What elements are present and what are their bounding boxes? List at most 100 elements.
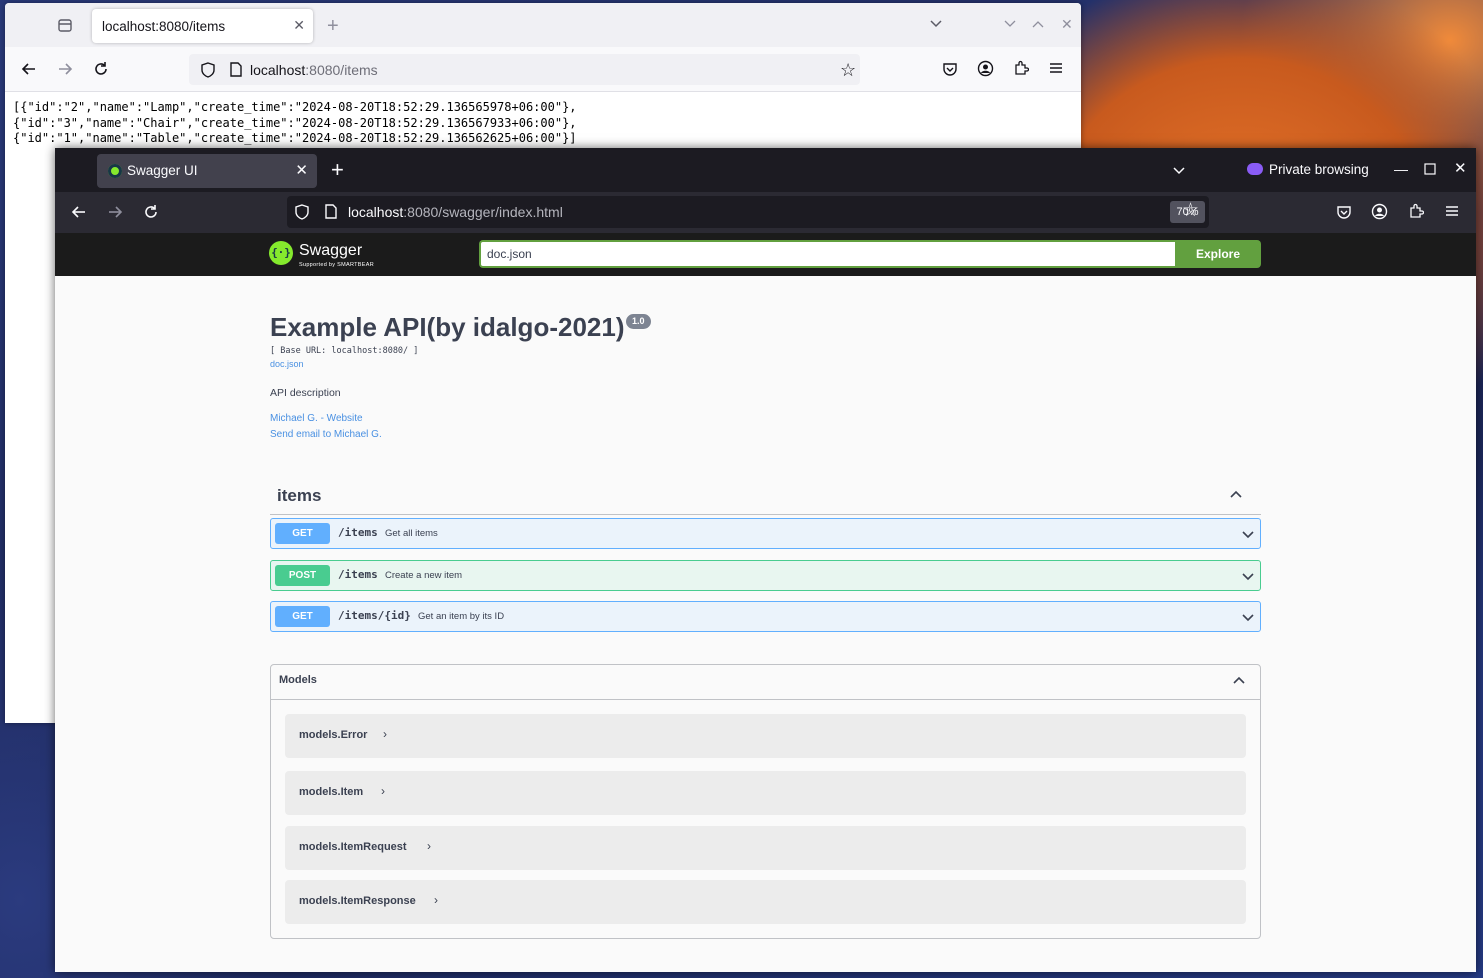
tab-items[interactable]: localhost:8080/items ✕ bbox=[92, 9, 313, 43]
model-error[interactable]: models.Error › bbox=[285, 714, 1246, 758]
json-response: [{"id":"2","name":"Lamp","create_time":"… bbox=[13, 100, 577, 147]
menu-icon[interactable] bbox=[1049, 61, 1063, 78]
close-tab-icon[interactable]: ✕ bbox=[293, 17, 305, 34]
shield-icon[interactable] bbox=[201, 62, 215, 81]
operation-path: /items/{id} bbox=[338, 609, 411, 622]
forward-icon[interactable] bbox=[107, 204, 123, 224]
bookmark-star-icon[interactable]: ☆ bbox=[1182, 201, 1199, 220]
close-window-icon[interactable]: ✕ bbox=[1454, 161, 1467, 176]
method-badge: GET bbox=[275, 606, 330, 627]
spec-url-input[interactable] bbox=[479, 240, 1175, 268]
page-icon[interactable] bbox=[230, 62, 242, 80]
url-host: localhost bbox=[348, 204, 404, 220]
nav-bar: localhost:8080/items ☆ bbox=[5, 47, 1081, 92]
chevron-down-icon[interactable] bbox=[1242, 570, 1254, 582]
json-line: {"id":"3","name":"Chair","create_time":"… bbox=[13, 115, 577, 130]
models-title[interactable]: Models bbox=[279, 674, 317, 686]
new-tab-icon[interactable]: + bbox=[327, 16, 339, 36]
operation-summary: Get an item by its ID bbox=[418, 611, 505, 622]
private-browsing-label: Private browsing bbox=[1269, 162, 1369, 177]
tab-swagger-ui[interactable]: Swagger UI ✕ bbox=[97, 154, 317, 188]
account-icon[interactable] bbox=[977, 60, 994, 80]
model-name: models.Error bbox=[299, 729, 368, 741]
model-item-response[interactable]: models.ItemResponse › bbox=[285, 880, 1246, 924]
operation-path: /items bbox=[338, 568, 378, 581]
maximize-icon[interactable] bbox=[1031, 17, 1045, 32]
model-item[interactable]: models.Item › bbox=[285, 771, 1246, 815]
operation-get-items[interactable]: GET /items Get all items bbox=[270, 518, 1261, 549]
forward-icon[interactable] bbox=[57, 61, 73, 80]
api-title: Example API(by idalgo-2021) bbox=[270, 312, 625, 342]
address-bar[interactable]: localhost:8080/items ☆ bbox=[189, 54, 860, 85]
spec-link[interactable]: doc.json bbox=[270, 359, 304, 369]
url-path: :8080/items bbox=[305, 62, 378, 78]
explore-button[interactable]: Explore bbox=[1175, 240, 1261, 268]
page-icon[interactable] bbox=[325, 204, 337, 223]
swagger-topbar: {·} Swagger Supported by SMARTBEAR Explo… bbox=[55, 233, 1476, 276]
method-badge: GET bbox=[275, 523, 330, 544]
shield-icon[interactable] bbox=[295, 204, 309, 224]
swagger-logo-subtitle: Supported by SMARTBEAR bbox=[299, 262, 374, 268]
chevron-right-icon[interactable]: › bbox=[434, 893, 438, 907]
models-section: Models models.Error › models.Item › mode… bbox=[270, 664, 1261, 939]
contact-website-link[interactable]: Michael G. - Website bbox=[270, 413, 363, 424]
minimize-icon[interactable]: — bbox=[1394, 162, 1408, 176]
tab-bar: localhost:8080/items ✕ + ✕ bbox=[5, 3, 1081, 47]
url-host: localhost bbox=[250, 62, 306, 78]
minimize-icon[interactable] bbox=[1003, 17, 1017, 32]
chevron-up-icon[interactable] bbox=[1230, 489, 1242, 501]
version-badge: 1.0 bbox=[626, 314, 651, 329]
bookmark-star-icon[interactable]: ☆ bbox=[840, 61, 856, 79]
chevron-right-icon[interactable]: › bbox=[381, 784, 385, 798]
menu-icon[interactable] bbox=[1445, 204, 1459, 222]
front-browser-window: Swagger UI ✕ + Private browsing — ✕ loca… bbox=[55, 148, 1476, 972]
reload-icon[interactable] bbox=[143, 204, 159, 224]
operation-get-item-by-id[interactable]: GET /items/{id} Get an item by its ID bbox=[270, 601, 1261, 632]
pocket-icon[interactable] bbox=[1336, 204, 1352, 224]
url-text: localhost:8080/items bbox=[250, 62, 378, 78]
operation-path: /items bbox=[338, 526, 378, 539]
contact-email-link[interactable]: Send email to Michael G. bbox=[270, 429, 382, 440]
pocket-icon[interactable] bbox=[942, 61, 958, 80]
operation-post-items[interactable]: POST /items Create a new item bbox=[270, 560, 1261, 591]
chevron-up-icon[interactable] bbox=[1233, 675, 1245, 687]
url-text: localhost:8080/swagger/index.html bbox=[348, 204, 563, 220]
model-name: models.Item bbox=[299, 786, 364, 798]
swagger-logo-text: Swagger bbox=[299, 242, 363, 259]
tab-title: localhost:8080/items bbox=[102, 19, 226, 34]
back-icon[interactable] bbox=[21, 61, 37, 80]
model-name: models.ItemRequest bbox=[299, 841, 407, 853]
model-item-request[interactable]: models.ItemRequest › bbox=[285, 826, 1246, 870]
json-line: [{"id":"2","name":"Lamp","create_time":"… bbox=[13, 100, 577, 114]
operation-summary: Create a new item bbox=[385, 570, 463, 581]
url-path: :8080/swagger/index.html bbox=[403, 204, 563, 220]
chevron-right-icon[interactable]: › bbox=[383, 727, 387, 741]
swagger-logo-icon[interactable]: {·} bbox=[269, 241, 293, 265]
chevron-right-icon[interactable]: › bbox=[427, 839, 431, 853]
extensions-icon[interactable] bbox=[1408, 203, 1425, 223]
extensions-icon[interactable] bbox=[1013, 60, 1030, 79]
new-tab-icon[interactable]: + bbox=[331, 159, 344, 181]
chevron-down-icon[interactable] bbox=[1242, 611, 1254, 623]
chevron-down-icon[interactable] bbox=[1242, 528, 1254, 540]
close-window-icon[interactable]: ✕ bbox=[1061, 17, 1073, 31]
json-line: {"id":"1","name":"Table","create_time":"… bbox=[13, 131, 577, 145]
private-browsing-icon bbox=[1247, 163, 1263, 175]
close-tab-icon[interactable]: ✕ bbox=[295, 161, 308, 179]
back-icon[interactable] bbox=[71, 204, 87, 224]
list-tabs-icon[interactable] bbox=[1172, 164, 1186, 180]
tag-items-header[interactable]: items bbox=[270, 476, 1261, 515]
model-name: models.ItemResponse bbox=[299, 895, 416, 907]
firefox-view-icon[interactable] bbox=[57, 17, 73, 36]
models-divider bbox=[271, 699, 1260, 700]
reload-icon[interactable] bbox=[93, 61, 109, 80]
maximize-icon[interactable] bbox=[1424, 163, 1436, 179]
method-badge: POST bbox=[275, 565, 330, 586]
tab-bar: Swagger UI ✕ + Private browsing — ✕ bbox=[55, 148, 1476, 192]
address-bar[interactable]: localhost:8080/swagger/index.html 70% bbox=[287, 196, 1209, 228]
tab-title: Swagger UI bbox=[127, 163, 198, 178]
nav-bar: localhost:8080/swagger/index.html 70% ☆ bbox=[55, 192, 1476, 233]
api-description: API description bbox=[270, 387, 341, 399]
account-icon[interactable] bbox=[1371, 203, 1388, 224]
list-tabs-icon[interactable] bbox=[929, 17, 943, 32]
